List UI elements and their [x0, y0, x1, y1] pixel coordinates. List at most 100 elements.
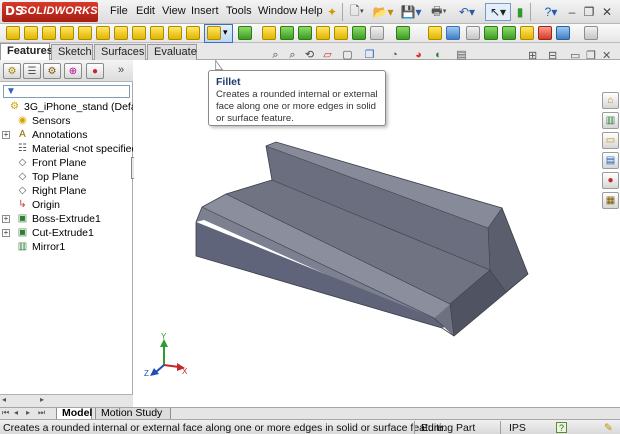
lofted-boss-icon[interactable] — [60, 26, 74, 40]
feature-manager-scrollbar[interactable]: ◂ ▸ — [0, 394, 133, 407]
hide-show-icon[interactable] — [502, 26, 516, 40]
apply-scene-icon[interactable]: ◐ — [431, 48, 446, 63]
rebuild-icon[interactable]: ▮ — [514, 3, 526, 21]
menu-insert[interactable]: Insert — [191, 5, 219, 17]
toolbar-options-icon[interactable] — [584, 26, 598, 40]
menu-window[interactable]: Window — [258, 5, 297, 17]
scroll-left-icon[interactable]: ◂ — [2, 395, 6, 404]
pushpin-icon[interactable]: ✦ — [324, 3, 340, 21]
previous-view-icon[interactable]: ⟲ — [302, 48, 317, 63]
boundary-boss-icon[interactable] — [168, 26, 182, 40]
revolved-cut-icon[interactable] — [96, 26, 110, 40]
minimize-icon[interactable]: – — [566, 3, 578, 21]
draft-icon[interactable] — [280, 26, 294, 40]
split-window-icon[interactable]: ⊟ — [548, 49, 557, 62]
file-explorer-icon[interactable]: ▭ — [602, 132, 619, 149]
zoom-to-area-icon[interactable]: ⌕ — [285, 48, 300, 63]
appearance-icon[interactable] — [520, 26, 534, 40]
hide-show-items-icon[interactable]: ◔ — [387, 48, 402, 63]
prev-tab-icon[interactable]: ◂ — [14, 408, 18, 417]
tree-item[interactable]: ◇ Top Plane — [0, 170, 133, 184]
appearances-icon[interactable]: ● — [602, 172, 619, 189]
boundary-cut-icon[interactable] — [186, 26, 200, 40]
display-style-icon[interactable] — [484, 26, 498, 40]
menu-edit[interactable]: Edit — [136, 5, 155, 17]
fillet-button[interactable]: ▾ — [204, 24, 233, 43]
restore-window-icon[interactable]: ❐ — [586, 49, 596, 62]
rebuild-status-icon[interactable]: ✎ — [604, 422, 613, 434]
view-settings-icon[interactable] — [556, 26, 570, 40]
linear-pattern-icon[interactable] — [238, 26, 252, 40]
close-window-icon[interactable]: ✕ — [602, 49, 611, 62]
view-orientation-icon[interactable]: ▢ — [340, 48, 355, 63]
scroll-right-icon[interactable]: ▸ — [40, 395, 44, 404]
solidworks-logo[interactable]: DS SOLIDWORKS — [2, 2, 98, 22]
tab-sketch[interactable]: Sketch — [51, 44, 93, 60]
minimize-window-icon[interactable]: ▭ — [570, 49, 580, 62]
close-icon[interactable]: ✕ — [601, 3, 613, 21]
restore-icon[interactable]: ❐ — [583, 3, 595, 21]
help-icon[interactable]: ?▾ — [540, 3, 562, 21]
tree-item[interactable]: + A Annotations — [0, 128, 133, 142]
mirror-tool-icon[interactable] — [352, 26, 366, 40]
dimxpert-tab-icon[interactable]: ⊕ — [64, 63, 82, 79]
units-label[interactable]: IPS — [509, 422, 526, 434]
open-icon[interactable]: 📂▾ — [372, 3, 394, 21]
section-view-icon[interactable]: ▱ — [320, 48, 335, 63]
display-style-icon[interactable]: ❐ — [362, 48, 377, 63]
tree-item[interactable]: + ▣ Cut-Extrude1 — [0, 226, 133, 240]
swept-boss-icon[interactable] — [42, 26, 56, 40]
tree-item[interactable]: ◇ Right Plane — [0, 184, 133, 198]
new-document-icon[interactable]: 🗋▾ — [346, 3, 368, 21]
tile-window-icon[interactable]: ⊞ — [528, 49, 537, 62]
design-library-icon[interactable]: ▥ — [602, 112, 619, 129]
lofted-cut-icon[interactable] — [132, 26, 146, 40]
scene-icon[interactable] — [538, 26, 552, 40]
tree-item[interactable]: ◉ Sensors — [0, 114, 133, 128]
feature-manager-tab-icon[interactable]: ⚙ — [3, 63, 21, 79]
save-icon[interactable]: 💾▾ — [400, 3, 422, 21]
tree-item[interactable]: ☷ Material <not specified> — [0, 142, 133, 156]
zoom-to-fit-icon[interactable]: ⌕ — [268, 48, 283, 63]
shell-icon[interactable] — [298, 26, 312, 40]
revolved-boss-icon[interactable] — [24, 26, 38, 40]
menu-file[interactable]: File — [110, 5, 128, 17]
expand-icon[interactable]: + — [2, 229, 10, 237]
section-view-icon[interactable] — [446, 26, 460, 40]
expand-icon[interactable]: + — [2, 131, 10, 139]
first-tab-icon[interactable]: ⏮ — [2, 408, 9, 418]
menu-view[interactable]: View — [162, 5, 186, 17]
display-manager-tab-icon[interactable]: ● — [86, 63, 104, 79]
configuration-manager-tab-icon[interactable]: ⚙ — [43, 63, 61, 79]
select-icon[interactable]: ↖▾ — [485, 3, 511, 21]
resources-icon[interactable]: ⌂ — [602, 92, 619, 109]
feature-filter-input[interactable]: ▼ — [3, 85, 130, 98]
tab-features[interactable]: Features — [0, 43, 53, 60]
rib-icon[interactable] — [262, 26, 276, 40]
chevron-right-icon[interactable]: » — [118, 64, 124, 76]
undo-icon[interactable]: ↶▾ — [456, 3, 478, 21]
dome-icon[interactable] — [334, 26, 348, 40]
curves-icon[interactable] — [396, 26, 410, 40]
expand-icon[interactable]: + — [2, 215, 10, 223]
next-tab-icon[interactable]: ▸ — [26, 408, 30, 417]
instant3d-icon[interactable] — [428, 26, 442, 40]
edit-appearance-icon[interactable]: ◕ — [411, 48, 426, 63]
view-settings-icon[interactable]: ▤ — [454, 48, 469, 63]
tree-item[interactable]: ⚙ 3G_iPhone_stand (Default< — [0, 100, 133, 114]
extruded-cut-icon[interactable] — [78, 26, 92, 40]
tree-item[interactable]: ◇ Front Plane — [0, 156, 133, 170]
tree-item[interactable]: ▥ Mirror1 — [0, 240, 133, 254]
tree-item[interactable]: + ▣ Boss-Extrude1 — [0, 212, 133, 226]
hole-wizard-icon[interactable] — [150, 26, 164, 40]
menu-tools[interactable]: Tools — [226, 5, 252, 17]
property-manager-tab-icon[interactable]: ☰ — [23, 63, 41, 79]
menu-help[interactable]: Help — [300, 5, 323, 17]
swept-cut-icon[interactable] — [114, 26, 128, 40]
tab-evaluate[interactable]: Evaluate — [147, 44, 197, 60]
extruded-boss-icon[interactable] — [6, 26, 20, 40]
custom-properties-icon[interactable]: ▦ — [602, 192, 619, 209]
view-palette-icon[interactable]: ▤ — [602, 152, 619, 169]
view-orientation-icon[interactable] — [466, 26, 480, 40]
last-tab-icon[interactable]: ⏭ — [38, 408, 45, 418]
